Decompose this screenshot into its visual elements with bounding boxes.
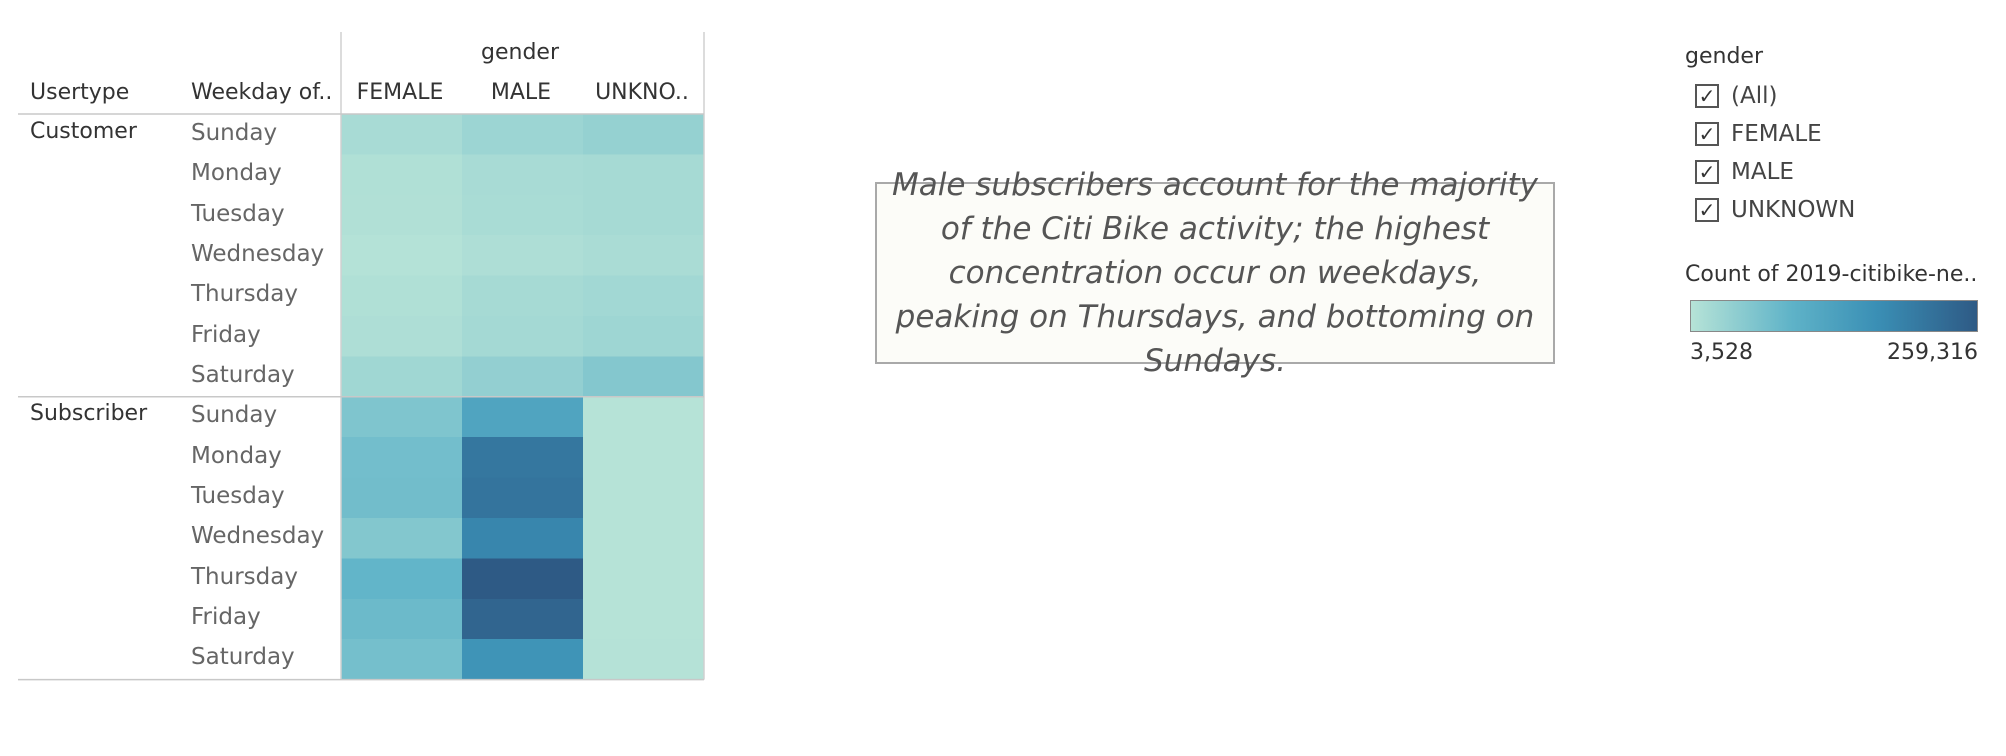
heatmap-cell bbox=[462, 598, 583, 640]
filter-item-label: FEMALE bbox=[1731, 121, 1822, 147]
annotation-text: Male subscribers account for the majorit… bbox=[891, 167, 1538, 379]
legend-title: Count of 2019-citibike-ne.. bbox=[1685, 262, 1978, 287]
heatmap-cell bbox=[341, 235, 462, 277]
gender-filter: gender ✓ (All) ✓ FEMALE ✓ MALE ✓ UNKNOWN bbox=[1685, 44, 1985, 229]
filter-title: gender bbox=[1685, 44, 1763, 69]
heatmap-cell bbox=[462, 194, 583, 236]
heatmap-cell bbox=[462, 477, 583, 519]
heatmap-cell bbox=[341, 114, 462, 155]
legend-min-label: 3,528 bbox=[1690, 340, 1753, 365]
heatmap-cell bbox=[583, 396, 704, 438]
filter-item-male[interactable]: ✓ MALE bbox=[1695, 153, 1985, 191]
heatmap-cell bbox=[583, 558, 704, 600]
heatmap-cell bbox=[341, 518, 462, 559]
heatmap-cell bbox=[341, 316, 462, 357]
checkbox-checked-icon[interactable]: ✓ bbox=[1695, 160, 1719, 184]
heatmap-cell bbox=[583, 235, 704, 277]
heatmap-cell bbox=[583, 437, 704, 479]
heatmap-cell bbox=[583, 598, 704, 640]
heatmap-cell bbox=[341, 194, 462, 236]
annotation-box: Male subscribers account for the majorit… bbox=[875, 167, 1555, 379]
heatmap-cell bbox=[341, 275, 462, 317]
heatmap-cell bbox=[341, 477, 462, 519]
checkbox-checked-icon[interactable]: ✓ bbox=[1695, 122, 1719, 146]
color-legend-bar bbox=[1690, 300, 1978, 332]
heatmap-cell bbox=[341, 558, 462, 600]
heatmap-cell bbox=[462, 396, 583, 438]
filter-item-label: MALE bbox=[1731, 159, 1794, 185]
heatmap-cell bbox=[462, 518, 583, 559]
heatmap-cell bbox=[583, 639, 704, 681]
heatmap-cell bbox=[462, 356, 583, 398]
heatmap-cell bbox=[341, 356, 462, 398]
heatmap-cell bbox=[583, 275, 704, 317]
filter-item-label: (All) bbox=[1731, 83, 1778, 109]
heatmap-cell bbox=[341, 154, 462, 196]
filter-item-all[interactable]: ✓ (All) bbox=[1695, 77, 1985, 115]
filter-item-label: UNKNOWN bbox=[1731, 197, 1856, 223]
heatmap-cells bbox=[18, 32, 705, 681]
heatmap-cell bbox=[341, 437, 462, 479]
heatmap-cell bbox=[583, 356, 704, 398]
heatmap-cell bbox=[462, 639, 583, 681]
checkbox-checked-icon[interactable]: ✓ bbox=[1695, 84, 1719, 108]
heatmap-cell bbox=[583, 194, 704, 236]
heatmap-cell bbox=[583, 154, 704, 196]
heatmap-cell bbox=[341, 639, 462, 681]
heatmap-cell bbox=[583, 518, 704, 559]
heatmap-cell bbox=[462, 558, 583, 600]
filter-item-unknown[interactable]: ✓ UNKNOWN bbox=[1695, 191, 1985, 229]
heatmap-cell bbox=[462, 437, 583, 479]
heatmap-cell bbox=[583, 114, 704, 155]
heatmap-cell bbox=[462, 275, 583, 317]
heatmap-cell bbox=[583, 477, 704, 519]
checkbox-checked-icon[interactable]: ✓ bbox=[1695, 198, 1719, 222]
heatmap-cell bbox=[462, 154, 583, 196]
filter-item-female[interactable]: ✓ FEMALE bbox=[1695, 115, 1985, 153]
heatmap-cell bbox=[462, 235, 583, 277]
legend-max-label: 259,316 bbox=[1887, 340, 1978, 365]
heatmap-cell bbox=[462, 316, 583, 357]
heatmap-cell bbox=[462, 114, 583, 155]
heatmap-cell bbox=[583, 316, 704, 357]
heatmap-cell bbox=[341, 396, 462, 438]
heatmap-cell bbox=[341, 598, 462, 640]
